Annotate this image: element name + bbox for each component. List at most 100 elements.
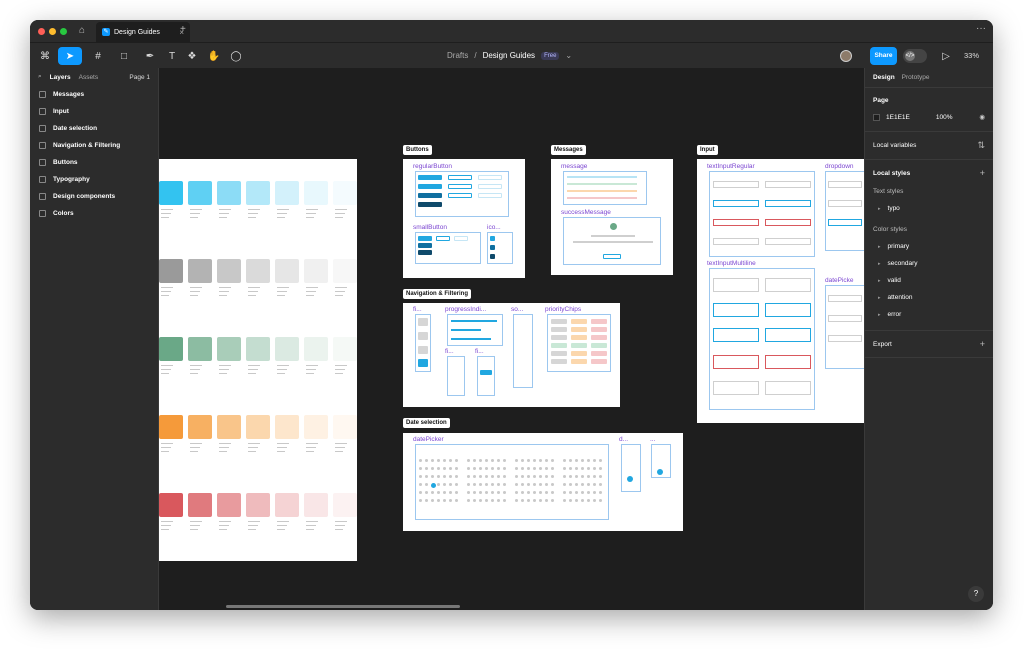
color-swatch[interactable] [217, 493, 241, 517]
color-style-item[interactable]: ▸ error [873, 311, 985, 318]
component-dropdown[interactable]: dropdown [825, 163, 854, 170]
variables-settings-icon[interactable]: ⇅ [977, 140, 985, 151]
page-color-value[interactable]: 1E1E1E [886, 114, 910, 121]
color-swatch[interactable] [246, 493, 270, 517]
main-menu-icon[interactable]: ⌘ [36, 47, 54, 65]
color-swatch[interactable] [275, 181, 299, 205]
color-style-item[interactable]: ▸ primary [873, 243, 985, 250]
component-date-small-2[interactable]: ... [650, 436, 655, 443]
caret-right-icon[interactable]: ▸ [878, 295, 881, 301]
breadcrumb-parent[interactable]: Drafts [447, 51, 468, 60]
help-button[interactable]: ? [968, 586, 984, 602]
color-swatch[interactable] [188, 181, 212, 205]
layer-item[interactable]: Messages [30, 86, 158, 103]
component-filter[interactable]: fi... [413, 306, 422, 313]
component-success-message[interactable]: successMessage [561, 209, 611, 216]
new-tab-icon[interactable]: + [180, 24, 186, 35]
color-swatch[interactable] [304, 493, 328, 517]
layer-item[interactable]: Input [30, 103, 158, 120]
component-filter-2[interactable]: fi... [445, 348, 454, 355]
component-date-small[interactable]: d... [619, 436, 628, 443]
tab-layers[interactable]: Layers [50, 74, 71, 81]
color-swatch[interactable] [246, 415, 270, 439]
color-swatch[interactable] [188, 415, 212, 439]
caret-right-icon[interactable]: ▸ [878, 244, 881, 250]
color-swatch[interactable] [333, 181, 357, 205]
color-swatch[interactable] [246, 181, 270, 205]
layer-item[interactable]: Date selection [30, 120, 158, 137]
pen-tool-icon[interactable]: ✒ [140, 47, 160, 65]
color-swatch[interactable] [188, 493, 212, 517]
zoom-level[interactable]: 33% [964, 51, 979, 60]
frame-label-navigation[interactable]: Navigation & Filtering [403, 289, 472, 299]
text-tool-icon[interactable]: T [164, 47, 180, 65]
color-swatch[interactable] [333, 259, 357, 283]
color-swatch[interactable] [304, 259, 328, 283]
maximize-window-button[interactable] [60, 28, 67, 35]
color-swatch[interactable] [217, 415, 241, 439]
frame-label-buttons[interactable]: Buttons [403, 145, 432, 155]
home-icon[interactable]: ⌂ [79, 25, 85, 36]
caret-right-icon[interactable]: ▸ [878, 206, 881, 212]
component-regular-button[interactable]: regularButton [413, 163, 452, 170]
more-options-icon[interactable]: ··· [976, 23, 986, 34]
color-swatch[interactable] [304, 337, 328, 361]
page-color-swatch[interactable] [873, 113, 880, 121]
horizontal-scrollbar[interactable] [226, 605, 460, 608]
avatar[interactable] [840, 50, 852, 62]
hand-tool-icon[interactable]: ✋ [206, 47, 222, 65]
present-icon[interactable]: ▷ [938, 47, 954, 65]
canvas[interactable]: Buttons regularButton smallButton ico... [159, 68, 864, 610]
color-swatch[interactable] [246, 337, 270, 361]
minimize-window-button[interactable] [49, 28, 56, 35]
frame-tool-icon[interactable]: # [88, 47, 108, 65]
color-swatch[interactable] [159, 259, 183, 283]
frame-label-input[interactable]: Input [697, 145, 718, 155]
component-icon-button[interactable]: ico... [487, 224, 501, 231]
component-date-picker-input[interactable]: datePicke [825, 277, 854, 284]
comment-tool-icon[interactable]: ◯ [228, 47, 244, 65]
component-progress-indicator[interactable]: progressIndi... [445, 306, 486, 313]
tab-prototype[interactable]: Prototype [902, 74, 930, 81]
move-tool-icon[interactable]: ➤ [58, 47, 82, 65]
page-background-row[interactable]: 1E1E1E 100% ◉ [873, 113, 985, 121]
close-window-button[interactable] [38, 28, 45, 35]
component-filter-3[interactable]: fi... [475, 348, 484, 355]
tab-design[interactable]: Design [873, 74, 895, 81]
text-style-item[interactable]: ▸ typo [873, 205, 985, 212]
layer-item[interactable]: Colors [30, 205, 158, 222]
color-swatch[interactable] [333, 493, 357, 517]
color-swatch[interactable] [304, 415, 328, 439]
file-tab[interactable]: ✎ Design Guides × [96, 22, 190, 42]
color-swatch[interactable] [275, 493, 299, 517]
local-variables-section[interactable]: Local variables ⇅ [865, 132, 993, 160]
color-swatch[interactable] [217, 259, 241, 283]
resources-icon[interactable]: ❖ [184, 47, 200, 65]
frame-label-messages[interactable]: Messages [551, 145, 586, 155]
color-swatch[interactable] [188, 259, 212, 283]
color-swatch[interactable] [275, 337, 299, 361]
color-style-item[interactable]: ▸ secondary [873, 260, 985, 267]
component-text-input-regular[interactable]: textInputRegular [707, 163, 755, 170]
color-swatch[interactable] [159, 181, 183, 205]
color-swatch[interactable] [246, 259, 270, 283]
color-swatch[interactable] [159, 415, 183, 439]
caret-right-icon[interactable]: ▸ [878, 312, 881, 318]
color-swatch[interactable] [188, 337, 212, 361]
buttons-frame[interactable]: regularButton smallButton ico... [403, 159, 525, 278]
color-swatch[interactable] [275, 415, 299, 439]
shape-tool-icon[interactable]: □ [114, 47, 134, 65]
add-export-icon[interactable]: + [980, 339, 985, 349]
color-swatch[interactable] [333, 415, 357, 439]
layer-item[interactable]: Design components [30, 188, 158, 205]
color-style-item[interactable]: ▸ attention [873, 294, 985, 301]
component-small-button[interactable]: smallButton [413, 224, 447, 231]
color-swatch[interactable] [159, 493, 183, 517]
file-name[interactable]: Design Guides [483, 51, 535, 60]
color-swatch[interactable] [159, 337, 183, 361]
component-priority-chips[interactable]: priorityChips [545, 306, 581, 313]
page-selector[interactable]: Page 1 [129, 74, 150, 81]
color-swatch[interactable] [217, 181, 241, 205]
colors-frame[interactable] [159, 159, 357, 561]
color-swatch[interactable] [333, 337, 357, 361]
